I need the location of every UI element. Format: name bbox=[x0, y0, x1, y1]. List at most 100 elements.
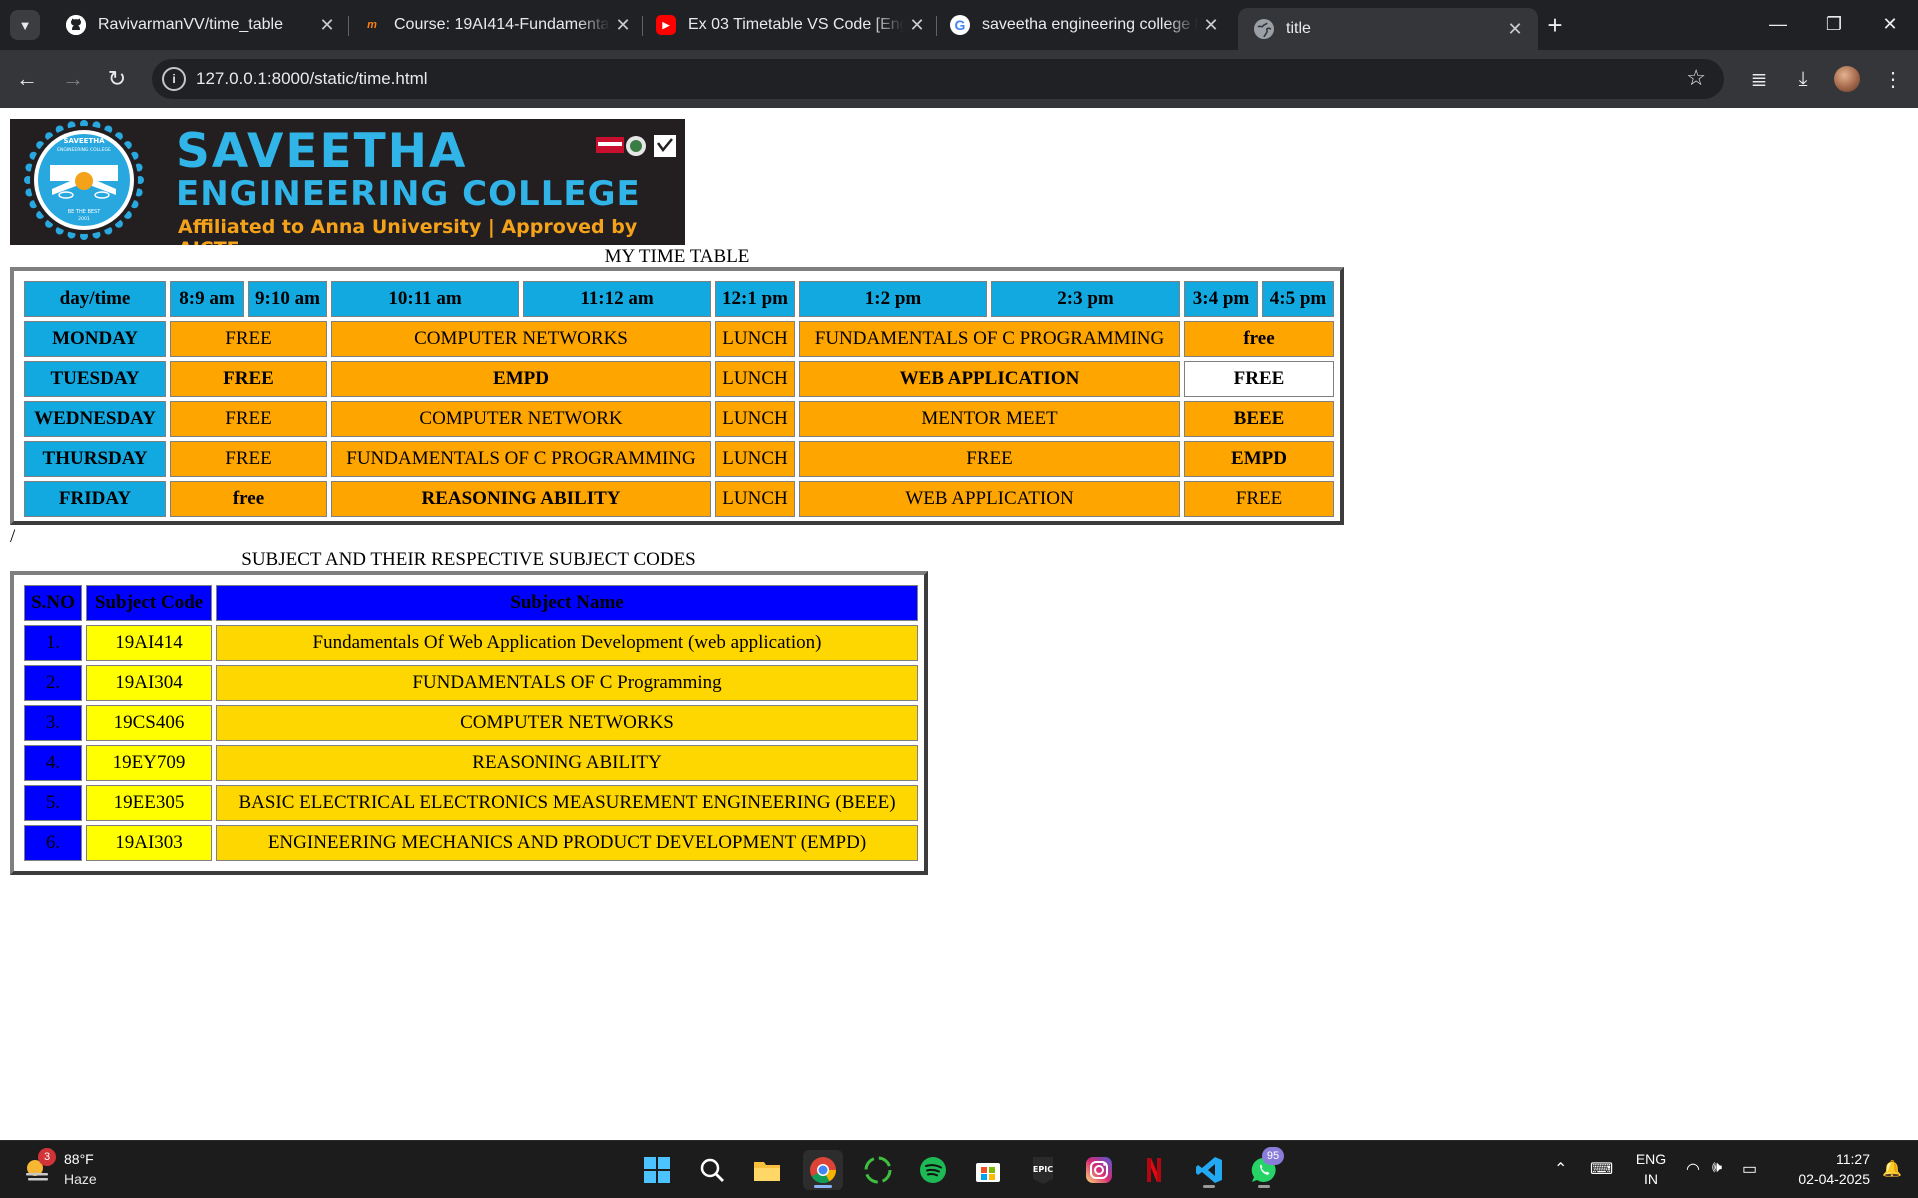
vscode-icon bbox=[1196, 1157, 1222, 1183]
header-cell: 10:11 am bbox=[331, 281, 519, 317]
subject-name-cell: BASIC ELECTRICAL ELECTRONICS MEASUREMENT… bbox=[216, 785, 918, 821]
header-cell: Subject Name bbox=[216, 585, 918, 621]
tab-title: RavivarmanVV/time_table bbox=[98, 16, 283, 33]
period-cell: FREE bbox=[799, 441, 1180, 477]
tab-moodle[interactable]: m Course: 19AI414-Fundamentals ✕ bbox=[346, 8, 646, 42]
subjects-header-row: S.NO Subject Code Subject Name bbox=[24, 585, 918, 621]
file-explorer-button[interactable] bbox=[747, 1150, 787, 1190]
lunch-cell: LUNCH bbox=[715, 481, 795, 517]
subject-row: 1. 19AI414 Fundamentals Of Web Applicati… bbox=[24, 625, 918, 661]
period-cell: FREE bbox=[170, 361, 327, 397]
windows-taskbar: 3 88°F Haze EPIC 95 ⌃ ⌨ ENG IN ◠ 🕪 ▭ 11:… bbox=[0, 1140, 1918, 1198]
google-icon: G bbox=[950, 15, 970, 35]
youtube-icon: ▶ bbox=[656, 15, 676, 35]
tab-search-button[interactable]: ▼ bbox=[10, 10, 40, 40]
subject-name-cell: COMPUTER NETWORKS bbox=[216, 705, 918, 741]
close-window-button[interactable]: ✕ bbox=[1866, 8, 1914, 40]
chrome-button[interactable] bbox=[803, 1150, 843, 1190]
close-tab-icon[interactable]: ✕ bbox=[610, 15, 636, 36]
profile-avatar[interactable] bbox=[1834, 66, 1860, 92]
back-button[interactable]: ← bbox=[12, 64, 42, 94]
keyboard-icon[interactable]: ⌨ bbox=[1590, 1159, 1613, 1179]
day-cell: FRIDAY bbox=[24, 481, 166, 517]
period-cell: EMPD bbox=[331, 361, 711, 397]
epic-games-button[interactable]: EPIC bbox=[1023, 1150, 1063, 1190]
search-icon bbox=[700, 1158, 724, 1182]
subject-row: 6. 19AI303 ENGINEERING MECHANICS AND PRO… bbox=[24, 825, 918, 861]
address-url[interactable]: 127.0.0.1:8000/static/time.html bbox=[196, 69, 428, 89]
close-icon: ✕ bbox=[1882, 13, 1898, 34]
header-cell: 3:4 pm bbox=[1184, 281, 1258, 317]
timetable-row: THURSDAY FREE FUNDAMENTALS OF C PROGRAMM… bbox=[24, 441, 1334, 477]
close-tab-icon[interactable]: ✕ bbox=[1198, 15, 1224, 36]
period-cell: FREE bbox=[1184, 481, 1334, 517]
clock-time[interactable]: 11:27 bbox=[1780, 1151, 1870, 1167]
tab-google[interactable]: G saveetha engineering college lo ✕ bbox=[934, 8, 1234, 42]
media-control-icon[interactable]: ≣ bbox=[1744, 64, 1774, 94]
instagram-button[interactable] bbox=[1079, 1150, 1119, 1190]
seal-top-text: SAVEETHA bbox=[63, 137, 105, 145]
running-indicator bbox=[1203, 1185, 1215, 1188]
chevron-down-icon: ▼ bbox=[18, 17, 32, 33]
download-icon[interactable]: ⤓ bbox=[1788, 64, 1818, 94]
language-region[interactable]: IN bbox=[1634, 1171, 1668, 1187]
restore-button[interactable]: ❐ bbox=[1810, 8, 1858, 40]
site-info-icon[interactable]: i bbox=[162, 67, 186, 91]
header-cell: 9:10 am bbox=[248, 281, 327, 317]
spotify-icon bbox=[920, 1157, 946, 1183]
file-explorer-icon bbox=[754, 1162, 780, 1181]
day-cell: WEDNESDAY bbox=[24, 401, 166, 437]
taskbar-search-button[interactable] bbox=[692, 1150, 732, 1190]
page-content: SAVEETHA ENGINEERING COLLEGE BE THE BEST… bbox=[0, 108, 1918, 1140]
subject-name-cell: Fundamentals Of Web Application Developm… bbox=[216, 625, 918, 661]
sno-cell: 5. bbox=[24, 785, 82, 821]
tab-youtube[interactable]: ▶ Ex 03 Timetable VS Code [Englis ✕ bbox=[640, 8, 940, 42]
sno-cell: 1. bbox=[24, 625, 82, 661]
period-cell: free bbox=[1184, 321, 1334, 357]
start-button[interactable] bbox=[637, 1150, 677, 1190]
notification-bell-icon[interactable]: 🔔 bbox=[1882, 1159, 1902, 1179]
tab-strip: ▼ RavivarmanVV/time_table ✕ m Course: 19… bbox=[0, 0, 1918, 50]
xbox-button[interactable] bbox=[858, 1150, 898, 1190]
menu-kebab-icon[interactable]: ⋮ bbox=[1878, 64, 1908, 94]
globe-icon bbox=[1254, 19, 1274, 39]
chevron-up-icon[interactable]: ⌃ bbox=[1554, 1159, 1567, 1179]
bookmark-star-icon[interactable]: ☆ bbox=[1686, 65, 1706, 91]
microsoft-store-icon bbox=[976, 1163, 1000, 1182]
minimize-button[interactable]: — bbox=[1754, 8, 1802, 40]
language-code[interactable]: ENG bbox=[1634, 1151, 1668, 1167]
timetable-row: TUESDAY FREE EMPD LUNCH WEB APPLICATION … bbox=[24, 361, 1334, 397]
chrome-icon bbox=[810, 1157, 837, 1184]
subjects-table: S.NO Subject Code Subject Name 1. 19AI41… bbox=[20, 581, 922, 865]
accreditation-badges-icon bbox=[596, 135, 676, 157]
volume-icon[interactable]: 🕪 bbox=[1712, 1159, 1722, 1177]
close-tab-icon[interactable]: ✕ bbox=[314, 15, 340, 36]
sno-cell: 4. bbox=[24, 745, 82, 781]
spotify-button[interactable] bbox=[913, 1150, 953, 1190]
reload-button[interactable]: ↻ bbox=[102, 64, 132, 94]
vscode-button[interactable] bbox=[1189, 1150, 1229, 1190]
close-tab-icon[interactable]: ✕ bbox=[904, 15, 930, 36]
battery-icon[interactable]: ▭ bbox=[1742, 1159, 1757, 1179]
subject-code-cell: 19AI304 bbox=[86, 665, 212, 701]
tab-title: title bbox=[1286, 20, 1311, 37]
wifi-icon[interactable]: ◠ bbox=[1686, 1159, 1700, 1179]
forward-button[interactable]: → bbox=[58, 64, 88, 94]
header-cell: Subject Code bbox=[86, 585, 212, 621]
start-icon bbox=[644, 1157, 670, 1183]
header-cell: 1:2 pm bbox=[799, 281, 987, 317]
tab-active-title[interactable]: title ✕ bbox=[1238, 8, 1538, 50]
new-tab-button[interactable]: + bbox=[1540, 10, 1570, 40]
netflix-button[interactable] bbox=[1134, 1150, 1174, 1190]
tab-github[interactable]: RavivarmanVV/time_table ✕ bbox=[50, 8, 350, 42]
lunch-cell: LUNCH bbox=[715, 321, 795, 357]
day-cell: TUESDAY bbox=[24, 361, 166, 397]
close-tab-icon[interactable]: ✕ bbox=[1502, 19, 1528, 40]
seal-motto-text: BE THE BEST bbox=[68, 209, 102, 215]
subject-name-cell: FUNDAMENTALS OF C Programming bbox=[216, 665, 918, 701]
address-bar[interactable]: i 127.0.0.1:8000/static/time.html ☆ bbox=[152, 59, 1724, 99]
clock-date[interactable]: 02-04-2025 bbox=[1780, 1171, 1870, 1187]
microsoft-store-button[interactable] bbox=[968, 1150, 1008, 1190]
moodle-icon: m bbox=[367, 19, 377, 31]
subject-code-cell: 19AI303 bbox=[86, 825, 212, 861]
